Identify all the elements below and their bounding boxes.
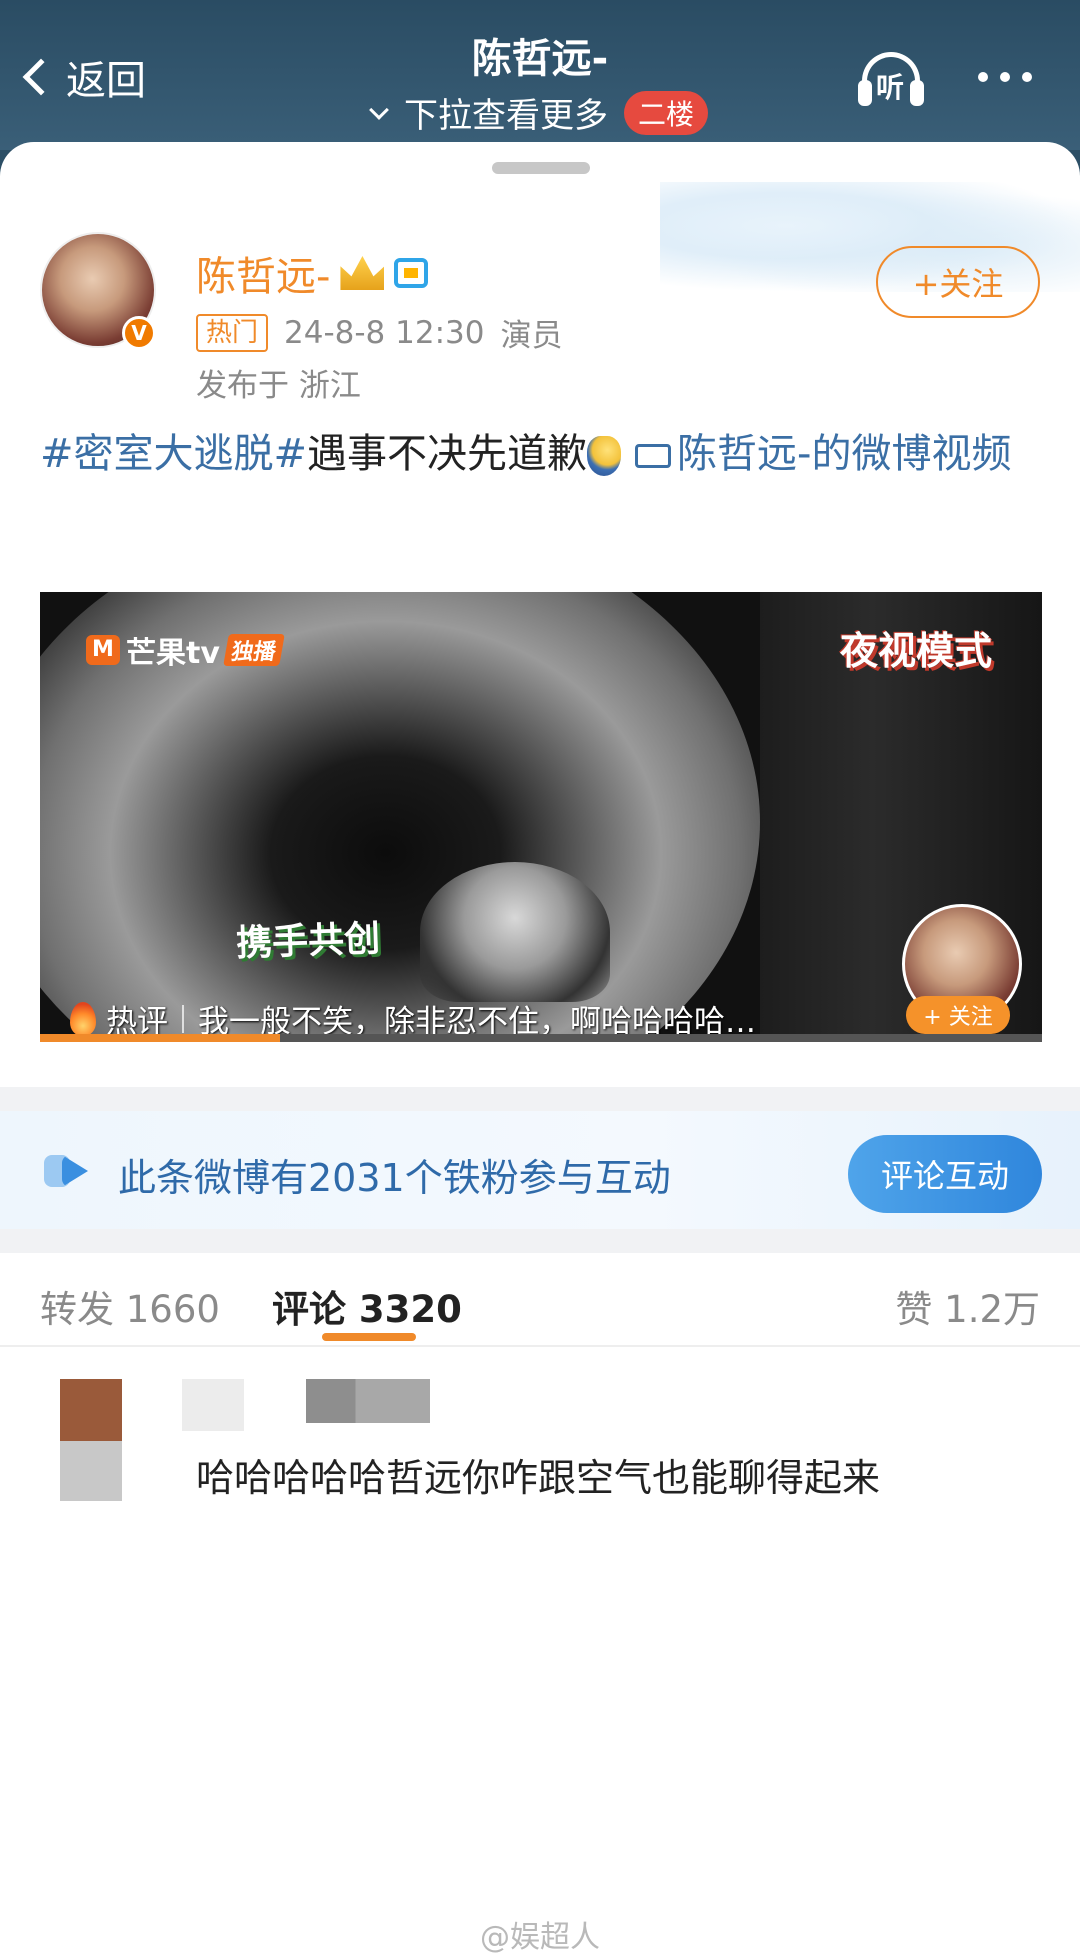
comment-interaction-button[interactable]: 评论互动 xyxy=(848,1135,1042,1213)
night-mode-caption: 夜视模式 xyxy=(839,629,992,673)
post-meta: 热门 24-8-8 12:30 演员 xyxy=(196,310,562,355)
video-caption: 携手共创 xyxy=(235,918,381,965)
post-card: V 陈哲远- 热门 24-8-8 12:30 演员 发布于 浙江 +关注 #密室… xyxy=(0,142,1080,1960)
dot-icon xyxy=(1022,72,1032,82)
dot-icon xyxy=(978,72,988,82)
fans-interaction-text: 此条微博有2031个铁粉参与互动 xyxy=(118,1156,671,1200)
follow-button[interactable]: +关注 xyxy=(876,246,1040,318)
commenter-avatar[interactable] xyxy=(60,1379,122,1441)
exclusive-badge: 独播 xyxy=(223,634,285,666)
video-player[interactable]: M 芒果tv 独播 夜视模式 携手共创 热评 我一般不笑，除非忍不住，啊哈哈哈哈… xyxy=(40,592,1042,1042)
watermark: @娱超人 xyxy=(480,1920,600,1955)
verified-badge: V xyxy=(122,316,156,350)
fans-interaction-banner[interactable]: 此条微博有2031个铁粉参与互动 评论互动 xyxy=(0,1111,1080,1229)
mango-tv-logo: M 芒果tv 独播 xyxy=(86,628,285,672)
post-tabs: 转发 1660 评论 3320 赞 1.2万 xyxy=(0,1253,1080,1347)
pull-down-label: 下拉查看更多 xyxy=(403,96,608,136)
hot-tag: 热门 xyxy=(196,313,269,352)
mango-logo-text: 芒果tv xyxy=(126,636,220,671)
section-divider xyxy=(0,1087,1080,1111)
post-body: 遇事不决先道歉 xyxy=(307,431,588,477)
headphone-left-ear xyxy=(858,80,872,106)
author-name-row[interactable]: 陈哲远- xyxy=(196,244,429,302)
listen-label: 听 xyxy=(876,71,905,104)
lightbulb-emoji-icon xyxy=(587,436,622,476)
video-follow-button[interactable]: + 关注 xyxy=(906,996,1010,1034)
fans-icon xyxy=(44,1155,92,1187)
video-camera-icon xyxy=(635,444,672,468)
drag-handle[interactable] xyxy=(492,162,590,174)
tv-icon xyxy=(394,258,429,288)
tab-repost[interactable]: 转发 1660 xyxy=(40,1279,220,1333)
video-link[interactable]: 陈哲远-的微博视频 xyxy=(677,431,1011,477)
tab-comment[interactable]: 评论 3320 xyxy=(272,1279,462,1333)
active-tab-indicator xyxy=(322,1333,416,1341)
dot-icon xyxy=(1000,72,1010,82)
top-bar: 返回 陈哲远- 下拉查看更多 二楼 听 xyxy=(0,0,1080,150)
second-floor-badge: 二楼 xyxy=(623,90,708,135)
tab-like[interactable]: 赞 1.2万 xyxy=(895,1279,1040,1333)
video-progress-bar[interactable] xyxy=(40,1034,1042,1042)
crown-icon xyxy=(340,256,385,290)
comment-item[interactable]: 哈哈哈哈哈哲远你咋跟空气也能聊得起来 xyxy=(0,1355,1080,1615)
author-role: 演员 xyxy=(500,318,563,354)
hashtag-link[interactable]: #密室大逃脱# xyxy=(40,431,307,477)
commenter-name-blurred xyxy=(182,1379,244,1431)
post-location: 发布于 浙江 xyxy=(196,368,361,404)
video-progress-fill xyxy=(40,1034,281,1042)
headphone-right-ear xyxy=(910,80,924,106)
comment-text: 哈哈哈哈哈哲远你咋跟空气也能聊得起来 xyxy=(196,1456,881,1500)
author-name: 陈哲远- xyxy=(196,254,331,300)
divider xyxy=(182,1004,184,1033)
post-text: #密室大逃脱#遇事不决先道歉 陈哲远-的微博视频 xyxy=(40,422,1040,486)
video-person xyxy=(420,862,610,1002)
commenter-badge-blurred xyxy=(306,1379,430,1423)
more-options-button[interactable] xyxy=(978,72,1032,82)
listen-button[interactable]: 听 xyxy=(858,52,924,108)
mango-logo-icon: M xyxy=(86,635,120,665)
section-divider xyxy=(0,1229,1080,1253)
chevron-down-icon xyxy=(369,99,389,120)
flame-icon xyxy=(70,1001,96,1036)
commenter-avatar-blurred xyxy=(60,1441,122,1501)
post-timestamp: 24-8-8 12:30 xyxy=(284,314,485,351)
